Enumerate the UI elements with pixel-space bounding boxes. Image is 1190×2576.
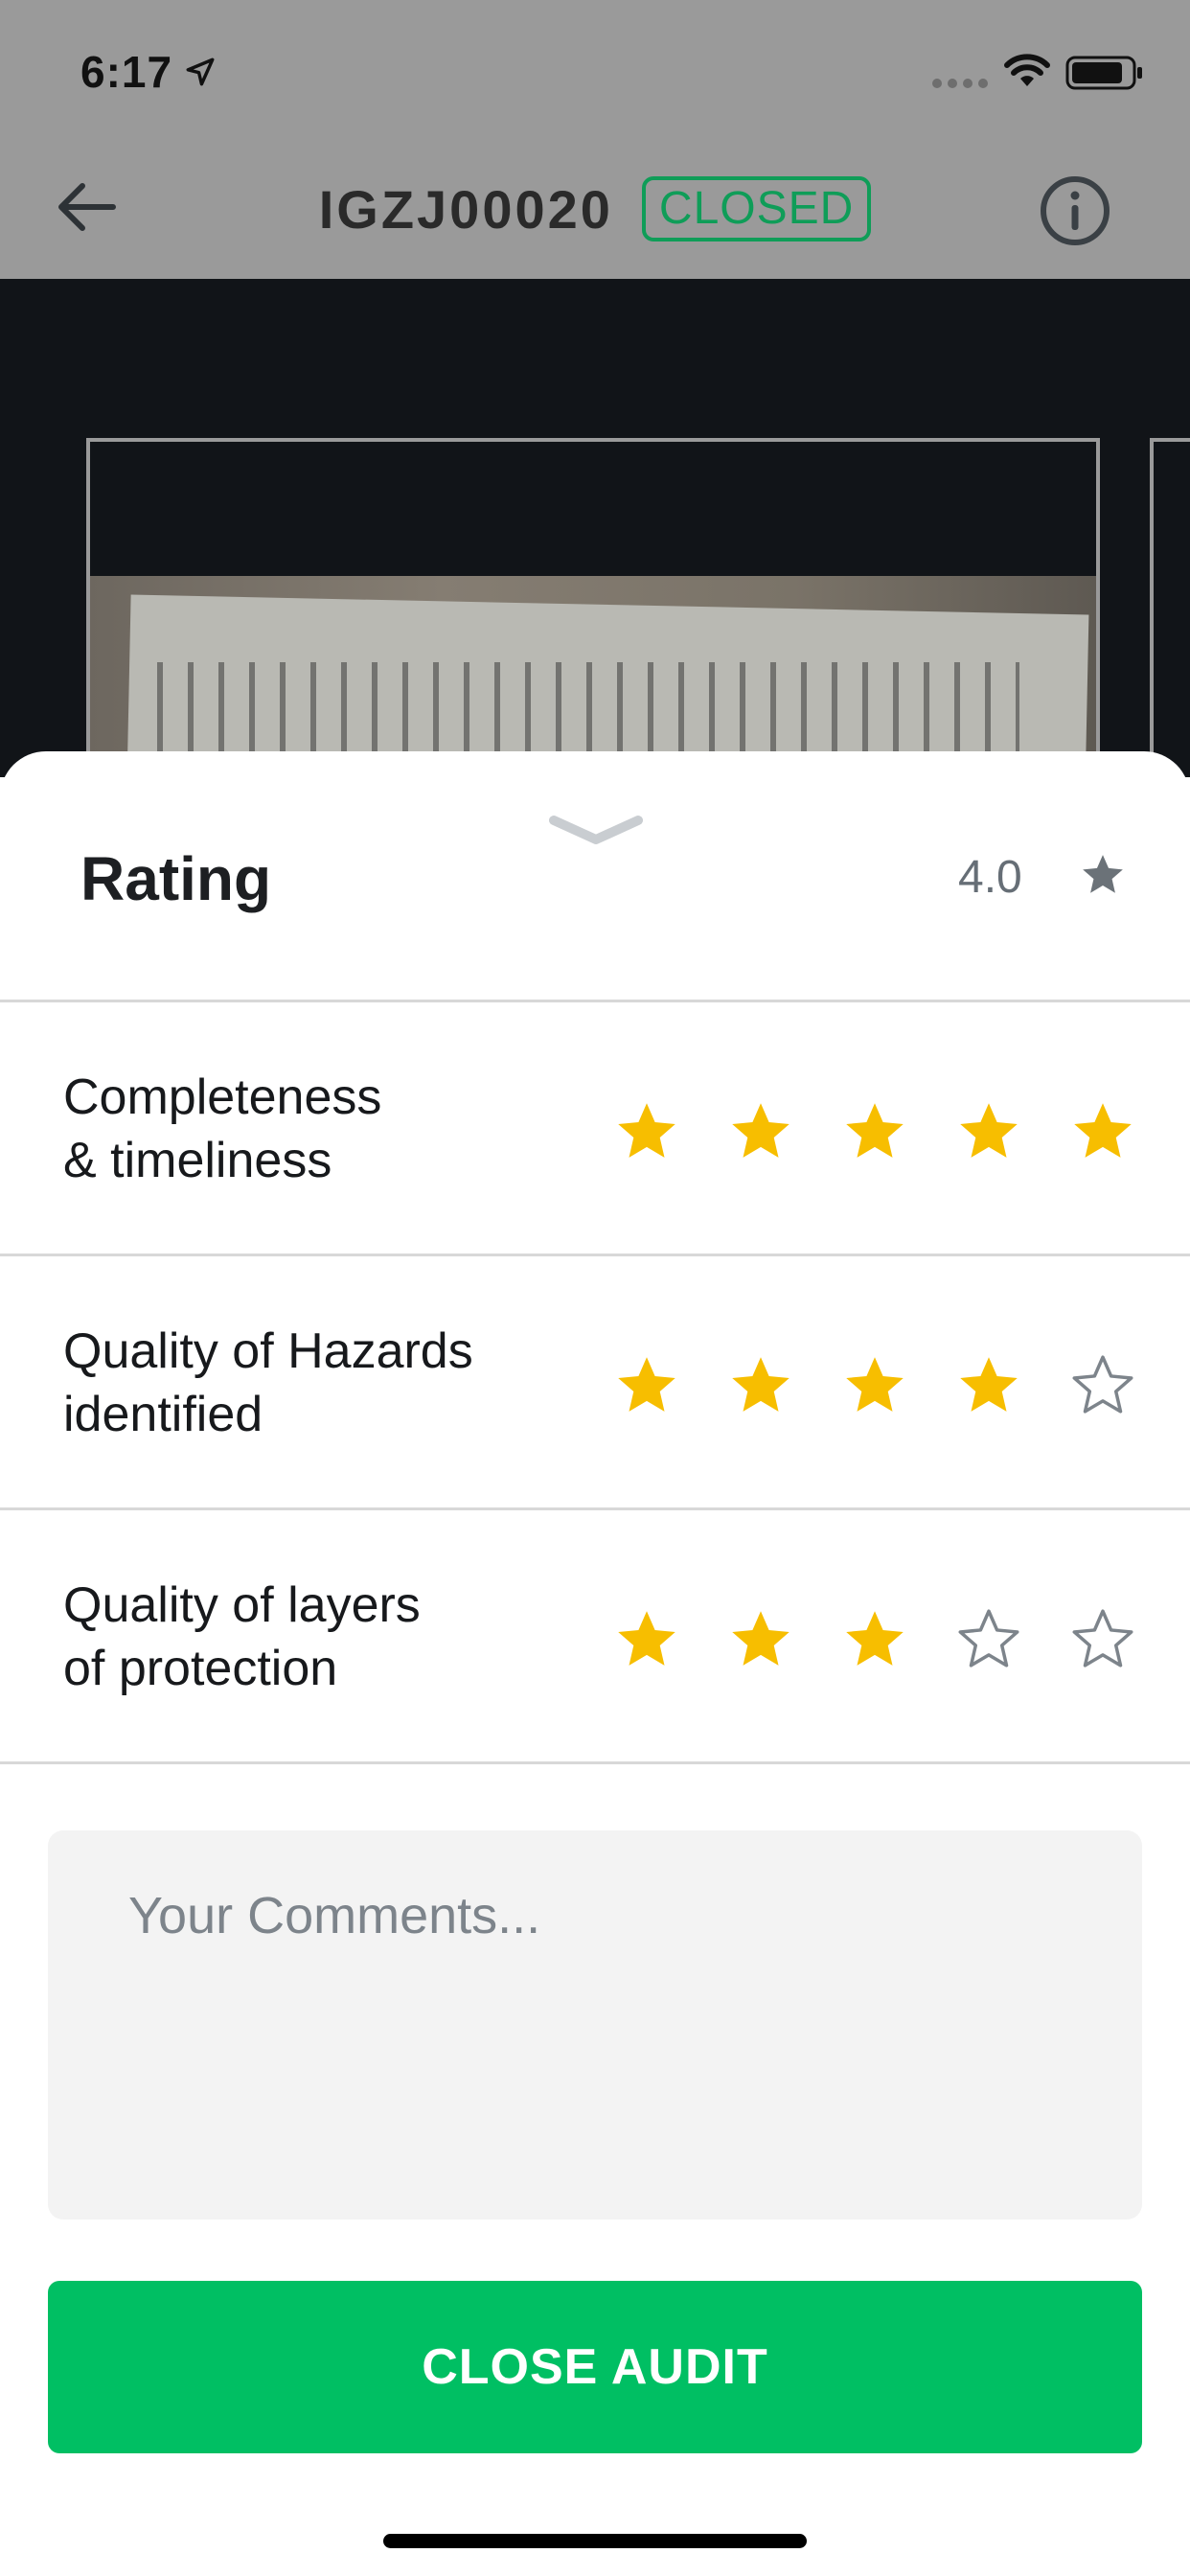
header-title-group: IGZJ00020 CLOSED [0, 171, 1190, 247]
star-icon [1083, 855, 1123, 893]
rating-header: Rating 4.0 [0, 751, 1190, 1002]
star-rating[interactable] [613, 1606, 1136, 1673]
app-header: 6:17 IGZJ00020 CLOSED [0, 0, 1190, 279]
info-circle-icon [1041, 176, 1110, 245]
star-rating[interactable] [613, 1352, 1136, 1419]
photo-thumbnail[interactable] [86, 438, 1100, 777]
star-empty-icon[interactable] [955, 1606, 1022, 1673]
photo-thumbnail-next[interactable] [1150, 438, 1190, 777]
status-time: 6:17 [80, 47, 173, 97]
star-filled-icon[interactable] [955, 1352, 1022, 1419]
page-title: IGZJ00020 [318, 178, 613, 240]
star-filled-icon[interactable] [841, 1098, 908, 1165]
status-badge: CLOSED [641, 176, 872, 242]
star-filled-icon[interactable] [727, 1606, 794, 1673]
star-filled-icon[interactable] [613, 1352, 680, 1419]
wifi-icon [1004, 54, 1050, 86]
signal-icon [932, 79, 988, 88]
close-audit-button[interactable]: CLOSE AUDIT [48, 2281, 1142, 2453]
star-filled-icon[interactable] [1069, 1098, 1136, 1165]
star-filled-icon[interactable] [955, 1098, 1022, 1165]
rating-value: 4.0 [958, 852, 1022, 903]
location-arrow-icon [186, 58, 215, 86]
home-indicator [383, 2534, 807, 2548]
rating-sheet: Rating 4.0 Completeness & timeliness Qua… [0, 751, 1190, 2576]
criteria-row-completeness: Completeness & timeliness [0, 1002, 1190, 1256]
photo-carousel[interactable] [0, 279, 1190, 777]
star-filled-icon[interactable] [613, 1606, 680, 1673]
star-filled-icon[interactable] [841, 1606, 908, 1673]
star-filled-icon[interactable] [613, 1098, 680, 1165]
star-rating[interactable] [613, 1098, 1136, 1165]
criteria-label: Quality of layers of protection [63, 1577, 421, 1696]
rating-title: Rating [80, 844, 272, 913]
star-filled-icon[interactable] [841, 1352, 908, 1419]
info-button[interactable] [1035, 171, 1115, 251]
star-filled-icon[interactable] [727, 1098, 794, 1165]
star-filled-icon[interactable] [727, 1352, 794, 1419]
criteria-label: Quality of Hazards identified [63, 1323, 473, 1442]
criteria-label: Completeness & timeliness [63, 1070, 382, 1188]
comments-input[interactable] [48, 1830, 1142, 2220]
star-empty-icon[interactable] [1069, 1606, 1136, 1673]
star-empty-icon[interactable] [1069, 1352, 1136, 1419]
criteria-row-hazards: Quality of Hazards identified [0, 1256, 1190, 1510]
criteria-row-protection: Quality of layers of protection [0, 1510, 1190, 1764]
battery-icon [1065, 56, 1142, 90]
